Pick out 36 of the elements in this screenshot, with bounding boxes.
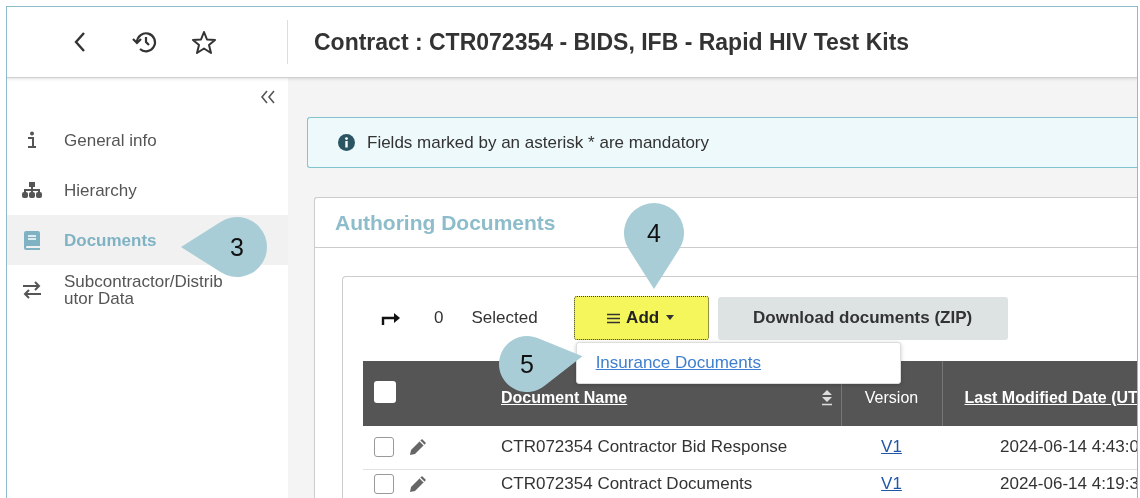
table-cell: CTR072354 Contract Documents: [501, 474, 753, 493]
download-button[interactable]: Download documents (ZIP): [717, 296, 1008, 340]
version-link[interactable]: V1: [881, 437, 902, 457]
row-checkbox[interactable]: [374, 474, 394, 494]
section-title: Authoring Documents: [335, 210, 556, 235]
back-icon[interactable]: [73, 31, 87, 53]
menu-link[interactable]: Insurance Documents: [595, 353, 761, 373]
sidebar-item[interactable]: Hierarchy: [7, 165, 288, 215]
add-button[interactable]: Add: [573, 296, 709, 340]
hierarchy-icon: [22, 182, 42, 198]
history-icon[interactable]: [132, 30, 158, 54]
star-icon[interactable]: [191, 29, 217, 55]
row-checkbox[interactable]: [374, 437, 394, 458]
info-icon: [27, 131, 37, 149]
banner-text: Fields marked by an asterisk * are mandatory: [367, 132, 710, 153]
column-header[interactable]: Last Modified Date (UT: [964, 388, 1137, 407]
callout-marker: 4: [624, 203, 684, 289]
collapse-icon[interactable]: [260, 89, 276, 104]
selected-count: 0: [434, 308, 444, 328]
table-cell: CTR072354 Contractor Bid Response: [501, 437, 788, 457]
list-icon: [607, 312, 621, 324]
pencil-icon[interactable]: [409, 438, 427, 457]
selected-label: Selected: [471, 308, 538, 328]
book-icon: [24, 230, 40, 250]
callout-marker: 5: [499, 336, 583, 392]
info-icon: [338, 134, 355, 151]
column-header: Version: [864, 388, 919, 407]
sidebar-item[interactable]: General info: [7, 115, 288, 165]
turn-arrow-icon[interactable]: [381, 311, 401, 325]
version-link[interactable]: V1: [881, 474, 902, 493]
pencil-icon[interactable]: [409, 475, 427, 493]
swap-icon: [22, 281, 42, 299]
select-all-checkbox[interactable]: [374, 380, 396, 403]
caret-icon: [665, 315, 676, 321]
page-title: Contract : CTR072354 - BIDS, IFB - Rapid HIV Test Kits: [314, 28, 910, 56]
sort-icon[interactable]: [820, 389, 833, 406]
